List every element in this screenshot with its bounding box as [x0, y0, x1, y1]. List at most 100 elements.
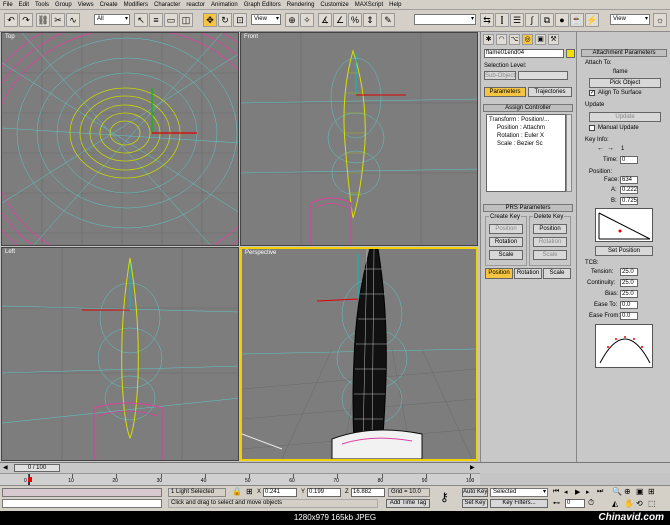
delete-position-key-button[interactable]: Position: [533, 224, 567, 234]
layer-manager-icon[interactable]: ☰: [510, 13, 524, 27]
menu-item[interactable]: Animation: [211, 2, 238, 8]
viewport-left[interactable]: Left: [1, 247, 239, 461]
create-position-key-button[interactable]: Position: [489, 224, 523, 234]
menu-item[interactable]: Graph Editors: [244, 2, 281, 8]
zoom-all-icon[interactable]: ⊕: [624, 487, 631, 496]
key-mode-toggle-icon[interactable]: ⊷: [553, 499, 560, 507]
key-filters-button[interactable]: Key Filters...: [490, 499, 548, 508]
field-of-view-icon[interactable]: ◭: [612, 499, 618, 508]
menu-item[interactable]: Modifiers: [124, 2, 148, 8]
auto-key-button[interactable]: Auto Key: [462, 488, 488, 497]
menu-item[interactable]: Create: [100, 2, 118, 8]
b-field[interactable]: 0.725: [620, 197, 638, 205]
set-key-button[interactable]: Set Key: [462, 499, 488, 508]
lock-selection-icon[interactable]: 🔒: [232, 487, 242, 496]
named-selection-set-dropdown[interactable]: [414, 14, 476, 25]
viewport-label-front[interactable]: Front: [244, 34, 258, 40]
render-scene-icon[interactable]: ☕: [570, 13, 584, 27]
select-icon[interactable]: ↖: [134, 13, 148, 27]
delete-scale-key-button[interactable]: Scale: [533, 250, 567, 260]
object-name-field[interactable]: flame01end04: [484, 49, 564, 58]
link-icon[interactable]: ⛓: [36, 13, 50, 27]
tree-item[interactable]: Scale : Bezier Sc: [497, 141, 543, 147]
viewport-top[interactable]: Top: [1, 32, 239, 246]
time-field[interactable]: 0: [620, 156, 638, 164]
viewport-label-perspective[interactable]: Perspective: [245, 250, 276, 256]
current-frame-field[interactable]: 0: [565, 499, 585, 508]
go-to-start-icon[interactable]: ⏮: [553, 488, 559, 496]
render-type-dropdown[interactable]: View: [610, 14, 650, 25]
tab-trajectories[interactable]: Trajectories: [528, 87, 572, 97]
play-icon[interactable]: ▶: [575, 488, 580, 496]
sub-object-button[interactable]: Sub-Object: [484, 71, 516, 80]
previous-frame-icon[interactable]: ◂: [564, 488, 568, 496]
viewport-perspective[interactable]: Perspective: [240, 247, 478, 461]
key-set-dropdown[interactable]: Selected: [490, 488, 548, 497]
menu-item[interactable]: Rendering: [287, 2, 315, 8]
create-tab-icon[interactable]: ✱: [483, 34, 494, 45]
time-configuration-icon[interactable]: ⏱: [588, 498, 594, 508]
maxscript-listener-mini[interactable]: [2, 488, 162, 497]
window-crossing-icon[interactable]: ◫: [179, 13, 193, 27]
create-scale-key-button[interactable]: Scale: [489, 250, 523, 260]
menu-item[interactable]: Edit: [19, 2, 29, 8]
utilities-tab-icon[interactable]: ⚒: [548, 34, 559, 45]
viewport-label-left[interactable]: Left: [5, 249, 15, 255]
menu-item[interactable]: Help: [389, 2, 401, 8]
prs-parameters-header[interactable]: PRS Parameters: [483, 204, 573, 212]
pick-object-button[interactable]: Pick Object: [589, 78, 661, 88]
select-by-name-icon[interactable]: ≡: [149, 13, 163, 27]
redo-icon[interactable]: ↷: [19, 13, 33, 27]
bias-field[interactable]: 25.0: [620, 290, 638, 298]
tree-item[interactable]: Transform : Position/...: [489, 117, 549, 123]
tree-scrollbar[interactable]: [566, 114, 572, 192]
menu-item[interactable]: MAXScript: [355, 2, 383, 8]
z-coordinate-field[interactable]: 16.882: [351, 488, 385, 497]
y-coordinate-field[interactable]: 0.199: [307, 488, 341, 497]
menu-item[interactable]: Customize: [320, 2, 348, 8]
absolute-mode-transform-icon[interactable]: ⊞: [246, 487, 253, 496]
prs-position-button[interactable]: Position: [485, 268, 513, 279]
a-field[interactable]: 0.222: [620, 186, 638, 194]
selection-filter-dropdown[interactable]: All: [94, 14, 130, 25]
material-editor-icon[interactable]: ●: [555, 13, 569, 27]
next-frame-arrow-icon[interactable]: ▶: [470, 464, 475, 471]
region-select-icon[interactable]: ▭: [164, 13, 178, 27]
viewport-front[interactable]: Front: [240, 32, 478, 246]
menu-item[interactable]: Tools: [35, 2, 49, 8]
prev-frame-arrow-icon[interactable]: ◀: [3, 464, 8, 471]
go-to-end-icon[interactable]: ⏭: [597, 488, 603, 496]
menu-item[interactable]: Group: [55, 2, 72, 8]
snap-toggle-icon[interactable]: ∡: [318, 13, 332, 27]
menu-item[interactable]: Character: [154, 2, 180, 8]
object-color-swatch[interactable]: [566, 49, 575, 58]
prs-rotation-button[interactable]: Rotation: [514, 268, 542, 279]
prs-scale-button[interactable]: Scale: [543, 268, 571, 279]
undo-icon[interactable]: ↶: [4, 13, 18, 27]
unlink-icon[interactable]: ✂: [51, 13, 65, 27]
select-rotate-icon[interactable]: ↻: [218, 13, 232, 27]
named-selection-icon[interactable]: ✎: [381, 13, 395, 27]
align-to-surface-checkbox[interactable]: ✓: [589, 90, 595, 96]
bind-spacewarp-icon[interactable]: ∿: [66, 13, 80, 27]
time-slider-bar[interactable]: 0 / 100 ◀ ▶: [0, 462, 670, 473]
select-manipulate-icon[interactable]: ✧: [300, 13, 314, 27]
x-coordinate-field[interactable]: 0.241: [263, 488, 297, 497]
delete-rotation-key-button[interactable]: Rotation: [533, 237, 567, 247]
add-time-tag-button[interactable]: Add Time Tag: [386, 499, 430, 508]
select-scale-icon[interactable]: ⊡: [233, 13, 247, 27]
assign-controller-header[interactable]: Assign Controller: [483, 104, 573, 112]
tree-item[interactable]: Rotation : Euler X: [497, 133, 544, 139]
align-icon[interactable]: ⫿: [495, 13, 509, 27]
zoom-extents-all-icon[interactable]: ⊞: [648, 487, 655, 496]
manual-update-checkbox[interactable]: [589, 125, 595, 131]
time-slider-thumb[interactable]: 0 / 100: [14, 464, 60, 472]
menu-item[interactable]: Views: [78, 2, 94, 8]
hierarchy-tab-icon[interactable]: ⌥: [509, 34, 520, 45]
key-mode-icon[interactable]: ⚷: [440, 490, 449, 504]
tab-parameters[interactable]: Parameters: [484, 87, 526, 97]
next-key-arrow-icon[interactable]: →: [607, 145, 614, 152]
tree-item[interactable]: Position : Attachm: [497, 125, 545, 131]
spinner-snap-icon[interactable]: ⇕: [363, 13, 377, 27]
update-button[interactable]: Update: [589, 112, 661, 122]
